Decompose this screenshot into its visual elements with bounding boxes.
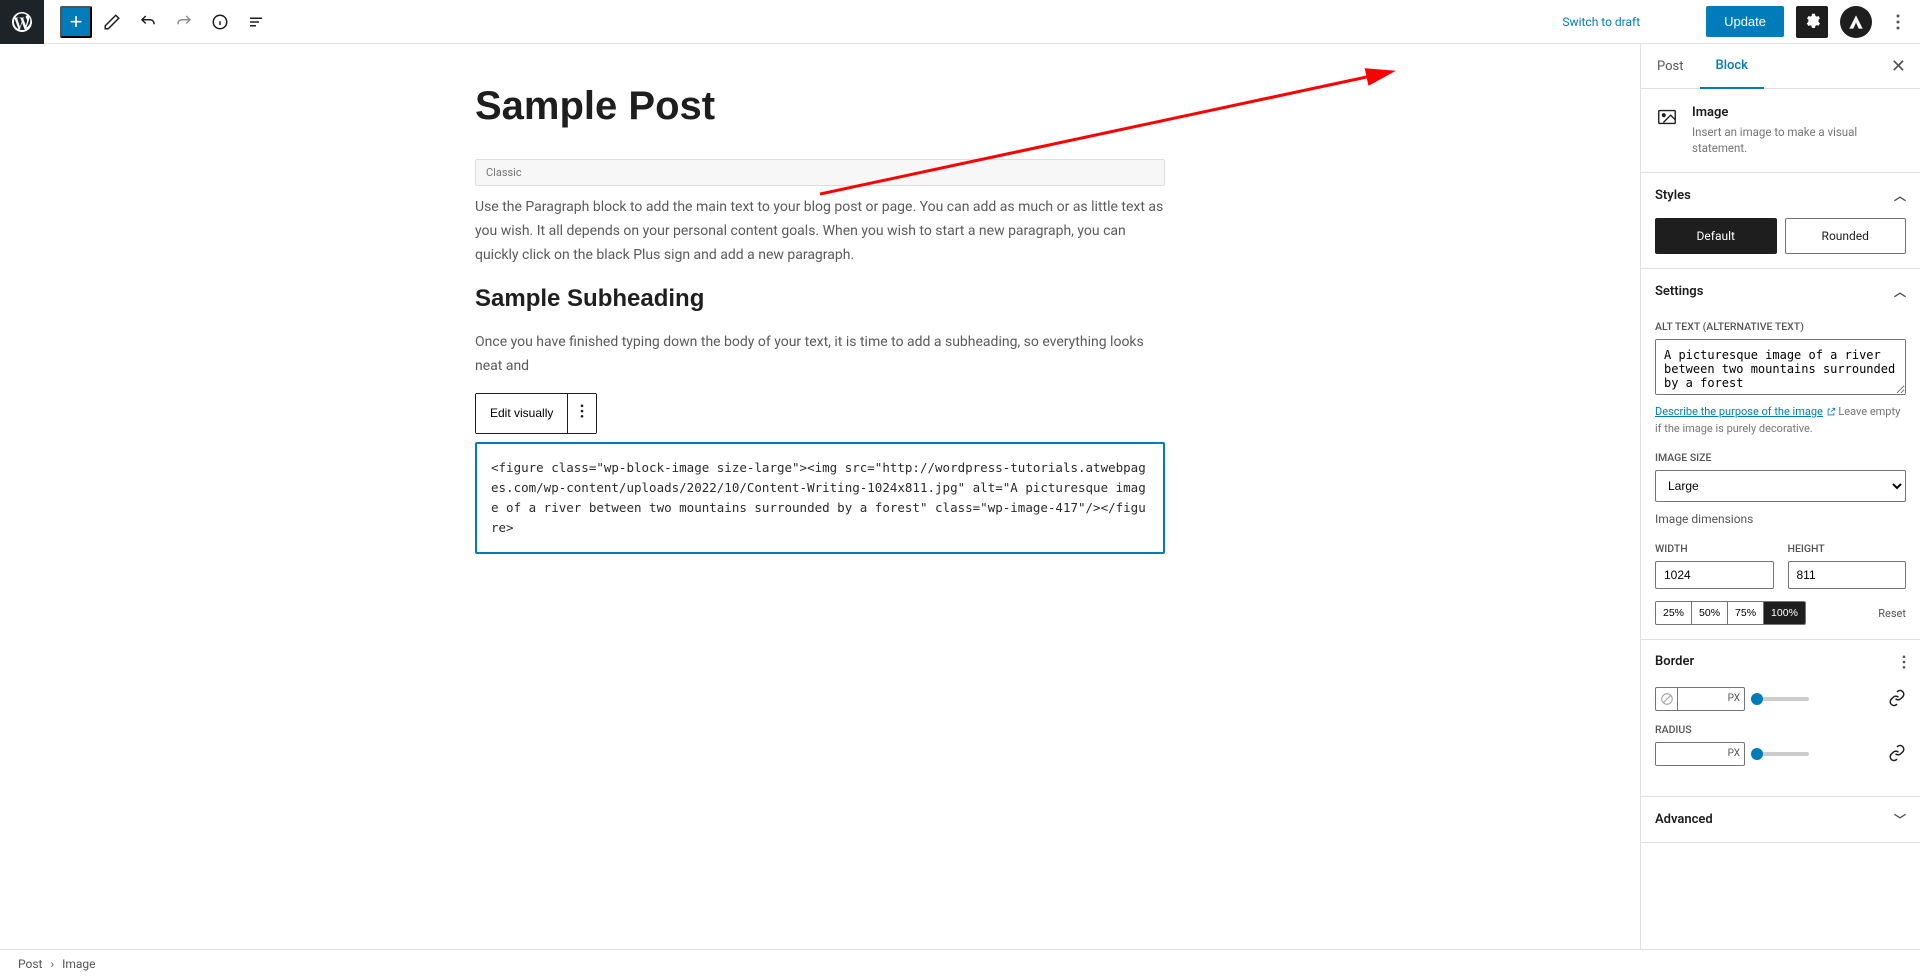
block-more-button[interactable] [568, 394, 596, 433]
settings-sidebar: Post Block ✕ Image Insert an image to ma… [1640, 44, 1920, 949]
astra-button[interactable] [1840, 6, 1872, 38]
link-icon [1888, 744, 1906, 762]
wordpress-icon [10, 10, 34, 34]
image-icon [1656, 106, 1678, 128]
alt-help-link[interactable]: Describe the purpose of the image [1655, 405, 1823, 418]
border-color-button[interactable] [1656, 688, 1678, 710]
post-title-input[interactable]: Sample Post [475, 84, 1165, 129]
more-options-button[interactable] [1884, 6, 1912, 38]
image-size-select[interactable]: Large [1655, 470, 1906, 502]
style-rounded-button[interactable]: Rounded [1785, 218, 1907, 254]
chevron-up-icon: ︿ [1894, 187, 1906, 204]
paragraph-block-2[interactable]: Once you have finished typing down the b… [475, 331, 1165, 379]
border-link-sides-button[interactable] [1888, 689, 1906, 710]
radius-slider[interactable] [1753, 752, 1809, 756]
kebab-icon [580, 404, 584, 418]
redo-icon [175, 13, 193, 31]
external-link-icon [1826, 407, 1836, 417]
percent-buttons: 25% 50% 75% 100% [1655, 601, 1806, 625]
settings-button[interactable] [1796, 6, 1828, 38]
astra-icon [1848, 14, 1864, 30]
settings-panel-label: Settings [1655, 284, 1703, 299]
alt-text-label: ALT TEXT (ALTERNATIVE TEXT) [1655, 320, 1906, 333]
alt-text-input[interactable] [1655, 339, 1906, 395]
list-icon [247, 13, 265, 31]
image-size-label: IMAGE SIZE [1655, 451, 1906, 464]
classic-block-label[interactable]: Classic [475, 159, 1165, 186]
no-color-icon [1660, 692, 1674, 706]
edit-mode-button[interactable] [96, 6, 128, 38]
percent-25-button[interactable]: 25% [1656, 602, 1692, 624]
advanced-panel-label: Advanced [1655, 812, 1713, 827]
breadcrumb: Post › Image [0, 949, 1920, 977]
alt-text-help: Describe the purpose of the image Leave … [1655, 404, 1906, 437]
radius-link-sides-button[interactable] [1888, 744, 1906, 765]
add-block-button[interactable]: + [60, 6, 92, 38]
gear-icon [1803, 13, 1821, 31]
chevron-down-icon: ﹀ [1894, 811, 1906, 828]
image-block-icon [1655, 105, 1678, 129]
percent-75-button[interactable]: 75% [1728, 602, 1764, 624]
details-button[interactable] [204, 6, 236, 38]
styles-panel-label: Styles [1655, 188, 1691, 203]
border-panel-label: Border [1655, 654, 1694, 669]
info-icon [211, 13, 229, 31]
tab-block[interactable]: Block [1700, 44, 1764, 89]
border-slider[interactable] [1753, 697, 1809, 701]
undo-icon [139, 13, 157, 31]
settings-panel-body: ALT TEXT (ALTERNATIVE TEXT) Describe the… [1641, 314, 1920, 640]
subheading-block[interactable]: Sample Subheading [475, 285, 1165, 313]
border-panel-body: PX RADIUS PX [1641, 683, 1920, 797]
radius-label: RADIUS [1655, 723, 1906, 736]
styles-panel-header[interactable]: Styles ︿ [1641, 173, 1920, 218]
border-width-input[interactable] [1678, 688, 1724, 710]
undo-button[interactable] [132, 6, 164, 38]
block-info-panel: Image Insert an image to make a visual s… [1641, 89, 1920, 173]
border-width-input-group: PX [1655, 687, 1745, 711]
styles-panel-body: Default Rounded [1641, 218, 1920, 269]
toolbar-right: Switch to draft Preview Update [1562, 6, 1912, 38]
advanced-panel-header[interactable]: Advanced ﹀ [1641, 797, 1920, 843]
kebab-icon [1896, 14, 1900, 30]
chevron-up-icon: ︿ [1894, 283, 1906, 300]
update-button[interactable]: Update [1706, 6, 1784, 37]
editor-top-bar: + Switch to draft Preview Update [0, 0, 1920, 44]
image-dimensions-label: Image dimensions [1655, 512, 1906, 526]
breadcrumb-post[interactable]: Post [18, 957, 42, 971]
width-input[interactable] [1655, 561, 1774, 589]
breadcrumb-separator: › [50, 957, 54, 971]
border-panel-header[interactable]: Border [1641, 640, 1920, 683]
height-label: HEIGHT [1788, 542, 1907, 555]
tab-post[interactable]: Post [1641, 45, 1700, 88]
style-default-button[interactable]: Default [1655, 218, 1777, 254]
link-icon [1888, 689, 1906, 707]
percent-50-button[interactable]: 50% [1692, 602, 1728, 624]
radius-input[interactable] [1656, 743, 1724, 765]
outline-button[interactable] [240, 6, 272, 38]
percent-100-button[interactable]: 100% [1764, 602, 1805, 624]
breadcrumb-image[interactable]: Image [62, 957, 95, 971]
reset-button[interactable]: Reset [1878, 607, 1906, 620]
border-unit-label: PX [1724, 688, 1744, 710]
html-code-block[interactable]: <figure class="wp-block-image size-large… [475, 442, 1165, 554]
kebab-icon[interactable] [1902, 655, 1906, 669]
width-label: WIDTH [1655, 542, 1774, 555]
height-input[interactable] [1788, 561, 1907, 589]
wp-logo-button[interactable] [0, 0, 44, 44]
block-info-desc: Insert an image to make a visual stateme… [1692, 124, 1906, 156]
sidebar-tabs: Post Block ✕ [1641, 44, 1920, 89]
redo-button[interactable] [168, 6, 200, 38]
block-info-title: Image [1692, 105, 1906, 120]
close-sidebar-button[interactable]: ✕ [1891, 56, 1906, 77]
toolbar-left: + [44, 6, 272, 38]
pencil-icon [103, 13, 121, 31]
switch-to-draft-link[interactable]: Switch to draft [1562, 15, 1640, 29]
paragraph-block-1[interactable]: Use the Paragraph block to add the main … [475, 196, 1165, 267]
settings-panel-header[interactable]: Settings ︿ [1641, 269, 1920, 314]
editor-canvas[interactable]: Sample Post Classic Use the Paragraph bl… [0, 44, 1640, 949]
block-toolbar: Edit visually [475, 393, 597, 434]
radius-unit-label: PX [1724, 743, 1744, 765]
edit-visually-button[interactable]: Edit visually [476, 394, 568, 433]
radius-input-group: PX [1655, 742, 1745, 766]
